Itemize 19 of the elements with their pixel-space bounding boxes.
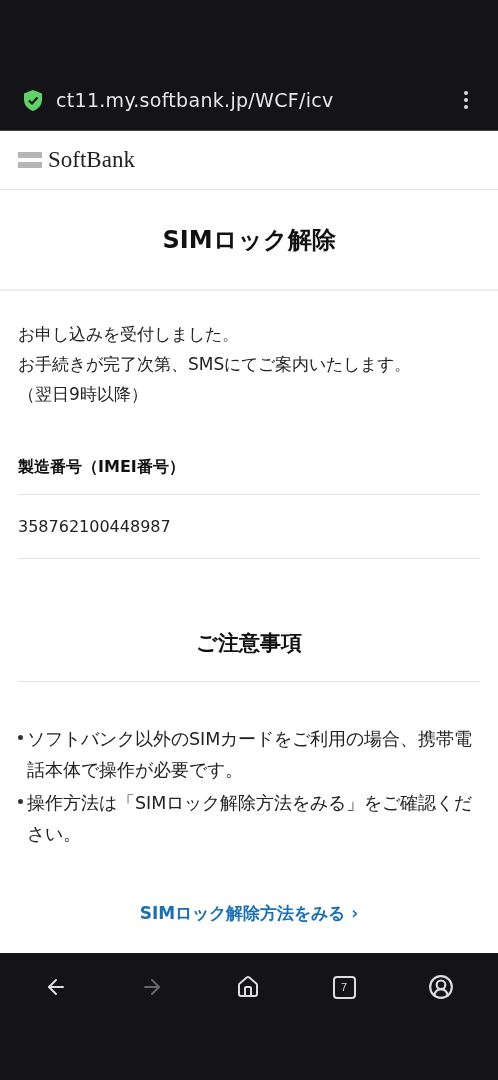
- message-text: お手続きが完了次第、SMSにてご案内いたします。: [18, 353, 413, 376]
- home-icon: [236, 975, 261, 999]
- softbank-logo[interactable]: SoftBank: [48, 147, 135, 173]
- account-icon: [427, 974, 454, 1000]
- note-text: ソフトバンク以外のSIMカードをご利用の場合、携帯電話本体で操作が必要です。: [27, 728, 474, 782]
- message-text: お申し込みを受付しました。: [18, 323, 240, 346]
- note-text: 操作方法は「SIMロック解除方法をみる」をご確認ください。: [27, 792, 474, 846]
- notes-heading: ご注意事項: [18, 629, 480, 682]
- url-text[interactable]: ct11.my.softbank.jp/WCF/icv: [56, 89, 440, 111]
- logo-bars-icon: [18, 152, 42, 168]
- tabs-button[interactable]: 7: [326, 969, 362, 1005]
- bullet-icon: [18, 735, 23, 740]
- message-text: （翌日9時以降）: [18, 383, 149, 406]
- imei-value: 358762100448987: [18, 495, 480, 559]
- imei-label: 製造番号（IMEI番号）: [18, 457, 480, 495]
- bullet-icon: [18, 799, 23, 804]
- sim-unlock-link[interactable]: SIMロック解除方法をみる ›: [139, 902, 359, 925]
- page-title: SIMロック解除: [0, 190, 498, 291]
- shield-check-icon: [24, 89, 42, 111]
